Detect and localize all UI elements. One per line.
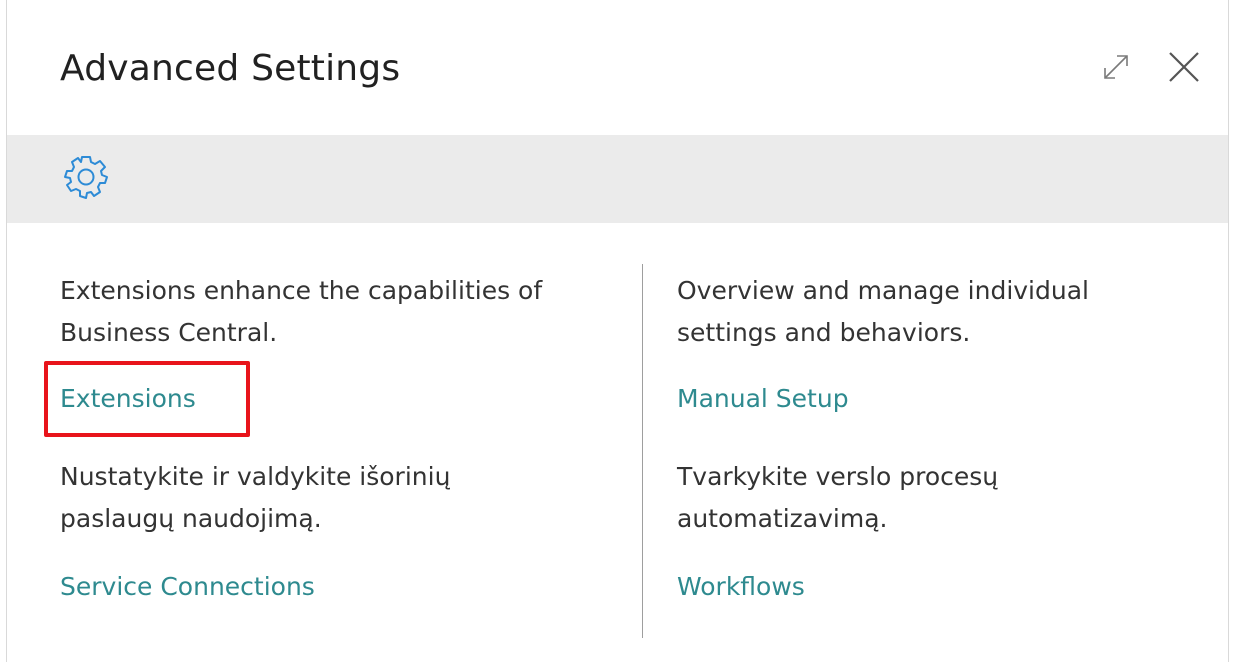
- workflows-section: Tvarkykite verslo procesų automatizavimą…: [677, 456, 1217, 604]
- gear-icon: [64, 156, 108, 199]
- workflows-link[interactable]: Workflows: [677, 570, 805, 604]
- manual-setup-description: Overview and manage individual settings …: [677, 276, 1089, 347]
- manual-setup-section: Overview and manage individual settings …: [677, 270, 1217, 416]
- service-connections-link[interactable]: Service Connections: [60, 570, 315, 604]
- expand-icon[interactable]: [1097, 48, 1135, 86]
- workflows-description: Tvarkykite verslo procesų automatizavimą…: [677, 462, 999, 533]
- service-connections-section: Nustatykite ir valdykite išorinių paslau…: [60, 456, 600, 604]
- extensions-description: Extensions enhance the capabilities of B…: [60, 276, 543, 347]
- manual-setup-link[interactable]: Manual Setup: [677, 382, 849, 416]
- dialog-title: Advanced Settings: [60, 48, 401, 89]
- extensions-section: Extensions enhance the capabilities of B…: [60, 270, 600, 416]
- extensions-link[interactable]: Extensions: [60, 382, 196, 416]
- service-connections-description: Nustatykite ir valdykite išorinių paslau…: [60, 462, 451, 533]
- column-divider: [642, 264, 643, 638]
- left-column: Extensions enhance the capabilities of B…: [60, 270, 600, 604]
- advanced-settings-dialog: Advanced Settings Extensions enhance the…: [6, 0, 1229, 662]
- close-icon[interactable]: [1165, 48, 1203, 86]
- right-column: Overview and manage individual settings …: [677, 270, 1217, 604]
- settings-banner: [7, 135, 1228, 223]
